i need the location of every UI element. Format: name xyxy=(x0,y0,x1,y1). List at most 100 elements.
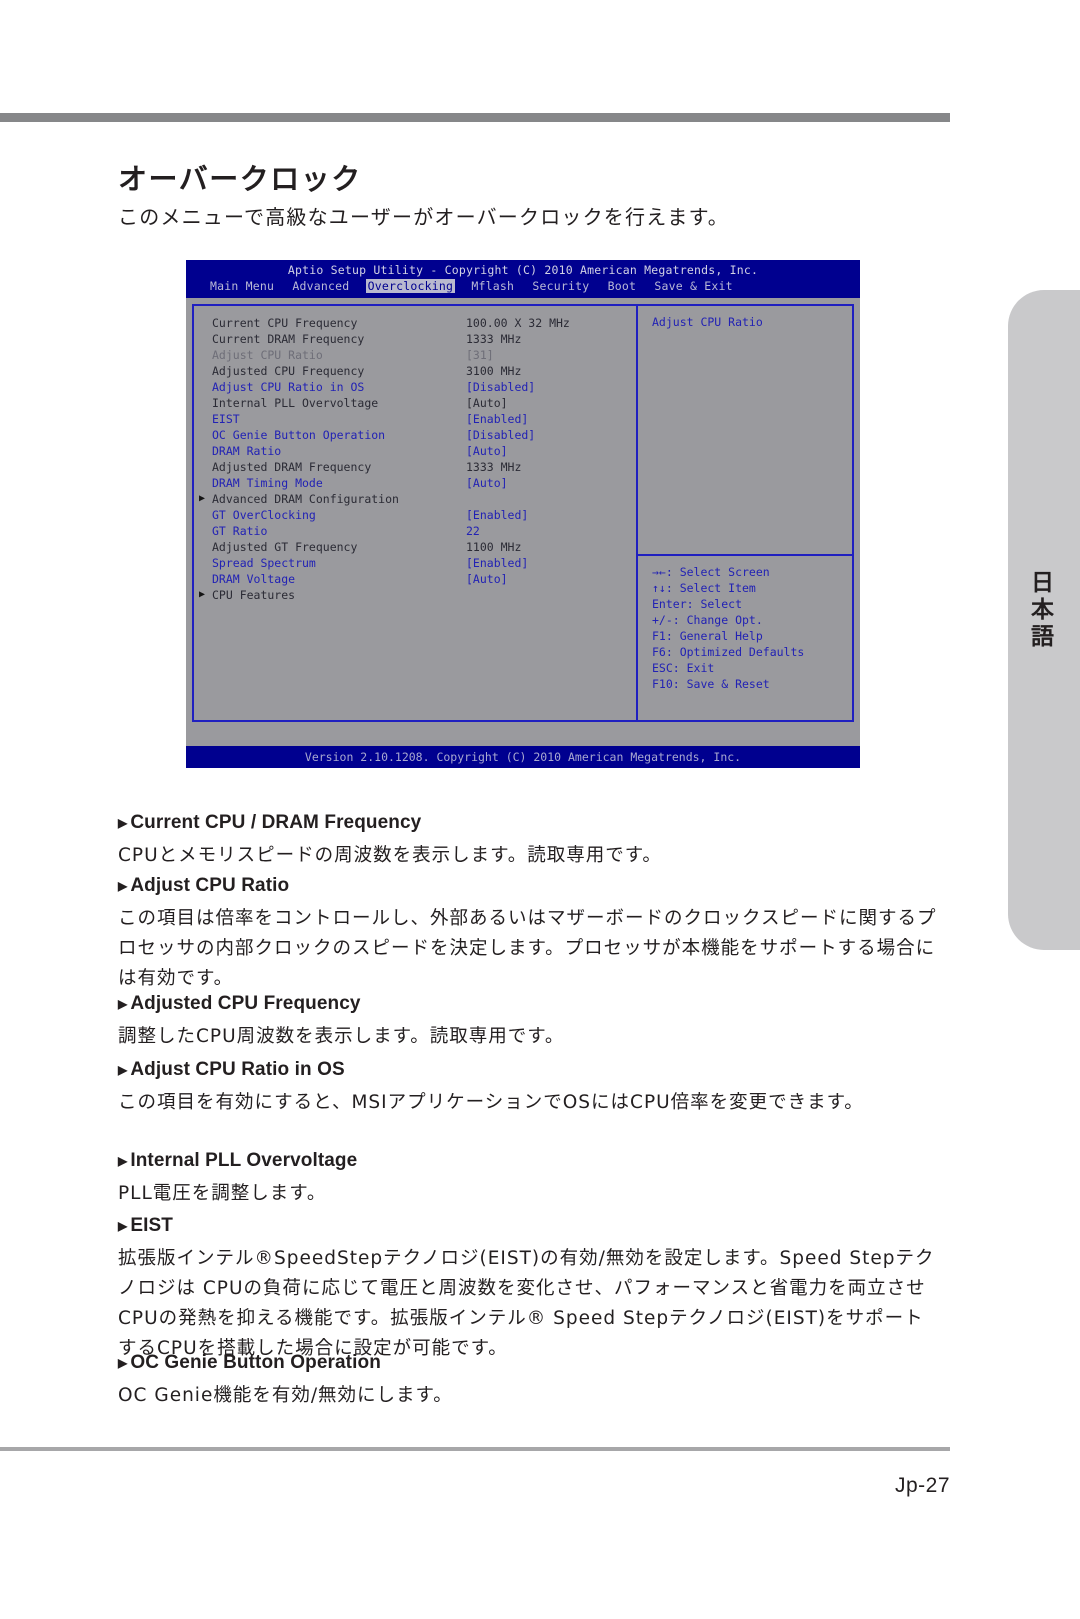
section-body: OC Genie機能を有効/無効にします。 xyxy=(118,1385,453,1406)
section-heading: ▶ OC Genie Button Operation xyxy=(118,1352,942,1374)
bios-setting-value[interactable]: [Enabled] xyxy=(466,555,528,571)
bios-footer: Version 2.10.1208. Copyright (C) 2010 Am… xyxy=(186,746,860,768)
bios-setting-name: DRAM Timing Mode xyxy=(212,476,323,490)
bios-setting-row[interactable]: Adjusted GT Frequency 1100 MHz xyxy=(194,539,636,555)
section-body: この項目は倍率をコントロールし、外部あるいはマザーボードのクロックスピードに関す… xyxy=(118,908,937,989)
bios-setting-row[interactable]: Adjusted CPU Frequency 3100 MHz xyxy=(194,363,636,379)
bios-setting-value[interactable]: [Enabled] xyxy=(466,507,528,523)
bios-body: Current CPU Frequency 100.00 X 32 MHz Curr… xyxy=(192,304,854,722)
bios-setting-name: GT Ratio xyxy=(212,524,268,538)
language-side-tab-label: 日本語 xyxy=(1031,570,1055,650)
section-heading-text: EIST xyxy=(130,1215,173,1236)
bios-setting-row[interactable]: Adjust CPU Ratio [31] xyxy=(194,347,636,363)
bios-key-hint: ESC: Exit xyxy=(652,661,715,675)
bios-menu-item-main-menu[interactable]: Main Menu xyxy=(208,279,276,293)
bios-setting-value[interactable]: [Disabled] xyxy=(466,427,535,443)
bios-setting-row[interactable]: Spread Spectrum [Enabled] xyxy=(194,555,636,571)
section-adjusted-cpu-frequency: ▶ Adjusted CPU Frequency 調整したCPU周波数を表示します… xyxy=(118,993,942,1052)
bios-setting-value[interactable]: 1100 MHz xyxy=(466,539,521,555)
bios-setting-name: Adjusted GT Frequency xyxy=(212,540,358,554)
bios-help-title: Adjust CPU Ratio xyxy=(652,315,763,329)
bios-setting-row[interactable]: GT Ratio 22 xyxy=(194,523,636,539)
bios-setting-value[interactable]: [Auto] xyxy=(466,475,508,491)
bios-setting-name: Advanced DRAM Configuration xyxy=(212,492,399,506)
bullet-triangle-icon: ▶ xyxy=(118,879,128,893)
bios-setting-value[interactable]: 22 xyxy=(466,523,480,539)
bios-setting-row[interactable]: Current CPU Frequency 100.00 X 32 MHz xyxy=(194,315,636,331)
bios-screenshot: Aptio Setup Utility - Copyright (C) 2010… xyxy=(186,260,860,768)
manual-page: 日本語 オーバークロック このメニューで高級なユーザーがオーバークロックを行えま… xyxy=(0,0,1080,1619)
bios-setting-row[interactable]: ▶ CPU Features xyxy=(194,587,636,603)
section-adjust-cpu-ratio: ▶ Adjust CPU Ratio この項目は倍率をコントロールし、外部あるいは… xyxy=(118,875,942,994)
section-eist: ▶ EIST 拡張版インテル®SpeedStepテクノロジ(EIST)の有効/無効… xyxy=(118,1215,942,1364)
bios-setting-name: Current DRAM Frequency xyxy=(212,332,365,346)
bios-menu-item-mflash[interactable]: Mflash xyxy=(469,279,516,293)
bios-setting-value[interactable]: 3100 MHz xyxy=(466,363,521,379)
bios-menu-item-boot[interactable]: Boot xyxy=(606,279,639,293)
bios-setting-row[interactable]: Internal PLL Overvoltage [Auto] xyxy=(194,395,636,411)
header-rule xyxy=(0,113,950,122)
bios-key-hint: →←: Select Screen xyxy=(652,565,770,579)
bios-setting-row[interactable]: Adjusted DRAM Frequency 1333 MHz xyxy=(194,459,636,475)
bios-setting-name: GT OverClocking xyxy=(212,508,316,522)
bullet-triangle-icon: ▶ xyxy=(118,997,128,1011)
bios-setting-row[interactable]: GT OverClocking [Enabled] xyxy=(194,507,636,523)
bios-setting-row[interactable]: DRAM Ratio [Auto] xyxy=(194,443,636,459)
bios-setting-value[interactable]: 1333 MHz xyxy=(466,331,521,347)
bios-key-hint: F6: Optimized Defaults xyxy=(652,645,805,659)
bios-help-divider xyxy=(638,554,852,556)
bios-menu-item-save-exit[interactable]: Save & Exit xyxy=(652,279,734,293)
bios-setting-row[interactable]: EIST [Enabled] xyxy=(194,411,636,427)
bios-menu-item-advanced[interactable]: Advanced xyxy=(290,279,351,293)
bios-header: Aptio Setup Utility - Copyright (C) 2010… xyxy=(186,260,860,298)
bios-settings-list[interactable]: Current CPU Frequency 100.00 X 32 MHz Curr… xyxy=(194,315,636,603)
section-heading-text: OC Genie Button Operation xyxy=(130,1352,381,1373)
bios-setting-name: DRAM Ratio xyxy=(212,444,282,458)
bios-setting-name: Spread Spectrum xyxy=(212,556,316,570)
bios-setting-row[interactable]: DRAM Timing Mode [Auto] xyxy=(194,475,636,491)
bios-setting-row[interactable]: DRAM Voltage [Auto] xyxy=(194,571,636,587)
section-heading-text: Internal PLL Overvoltage xyxy=(130,1150,358,1171)
page-number: Jp-27 xyxy=(894,1474,950,1497)
bios-setting-value[interactable]: [Auto] xyxy=(466,443,508,459)
bios-setting-value[interactable]: [Disabled] xyxy=(466,379,535,395)
bios-setting-value[interactable]: [Auto] xyxy=(466,395,508,411)
bios-setting-row[interactable]: ▶ Advanced DRAM Configuration xyxy=(194,491,636,507)
bios-setting-value[interactable]: [Enabled] xyxy=(466,411,528,427)
page-title: オーバークロック xyxy=(118,162,362,196)
bios-key-hint: Enter: Select xyxy=(652,597,743,611)
bullet-triangle-icon: ▶ xyxy=(118,816,128,830)
section-body: 拡張版インテル®SpeedStepテクノロジ(EIST)の有効/無効を設定します… xyxy=(118,1248,935,1359)
bios-menu-item-security[interactable]: Security xyxy=(530,279,591,293)
bios-setting-value[interactable]: [Auto] xyxy=(466,571,508,587)
bios-setting-name: EIST xyxy=(212,412,240,426)
section-heading: ▶ Adjusted CPU Frequency xyxy=(118,993,942,1015)
bios-setting-value[interactable]: [31] xyxy=(466,347,494,363)
bios-setting-row[interactable]: Adjust CPU Ratio in OS [Disabled] xyxy=(194,379,636,395)
bios-setting-name: CPU Features xyxy=(212,588,296,602)
bios-setting-row[interactable]: Current DRAM Frequency 1333 MHz xyxy=(194,331,636,347)
section-adjust-cpu-ratio-in-os: ▶ Adjust CPU Ratio in OS この項目を有効にすると、MSIア… xyxy=(118,1059,942,1118)
bullet-triangle-icon: ▶ xyxy=(118,1219,128,1233)
section-body: 調整したCPU周波数を表示します。読取専用です。 xyxy=(118,1026,565,1047)
bios-setting-name: Current CPU Frequency xyxy=(212,316,358,330)
section-heading: ▶ Adjust CPU Ratio in OS xyxy=(118,1059,942,1081)
bullet-triangle-icon: ▶ xyxy=(118,1063,128,1077)
section-heading-text: Adjust CPU Ratio in OS xyxy=(130,1059,345,1080)
footer-rule xyxy=(0,1447,950,1451)
bios-settings-panel: Current CPU Frequency 100.00 X 32 MHz Curr… xyxy=(194,306,638,720)
bios-key-hint: ↑↓: Select Item xyxy=(652,581,756,595)
section-heading-text: Current CPU / DRAM Frequency xyxy=(130,812,422,833)
bios-setting-row[interactable]: OC Genie Button Operation [Disabled] xyxy=(194,427,636,443)
section-current-cpu-dram-frequency: ▶ Current CPU / DRAM Frequency CPUとメモリスピー… xyxy=(118,812,942,871)
bios-setting-value[interactable]: 100.00 X 32 MHz xyxy=(466,315,570,331)
bios-menu-item-overclocking[interactable]: Overclocking xyxy=(365,279,456,293)
bios-key-legend: →←: Select Screen ↑↓: Select Item Enter: S… xyxy=(652,564,804,692)
bios-menu-bar[interactable]: Main Menu Advanced Overclocking Mflash S… xyxy=(208,279,735,293)
bios-key-hint: +/-: Change Opt. xyxy=(652,613,763,627)
bios-key-hint: F1: General Help xyxy=(652,629,763,643)
bios-key-hint: F10: Save & Reset xyxy=(652,677,770,691)
page-lead: このメニューで高級なユーザーがオーバークロックを行えます。 xyxy=(118,205,729,229)
bios-setting-name: OC Genie Button Operation xyxy=(212,428,386,442)
bios-setting-value[interactable]: 1333 MHz xyxy=(466,459,521,475)
